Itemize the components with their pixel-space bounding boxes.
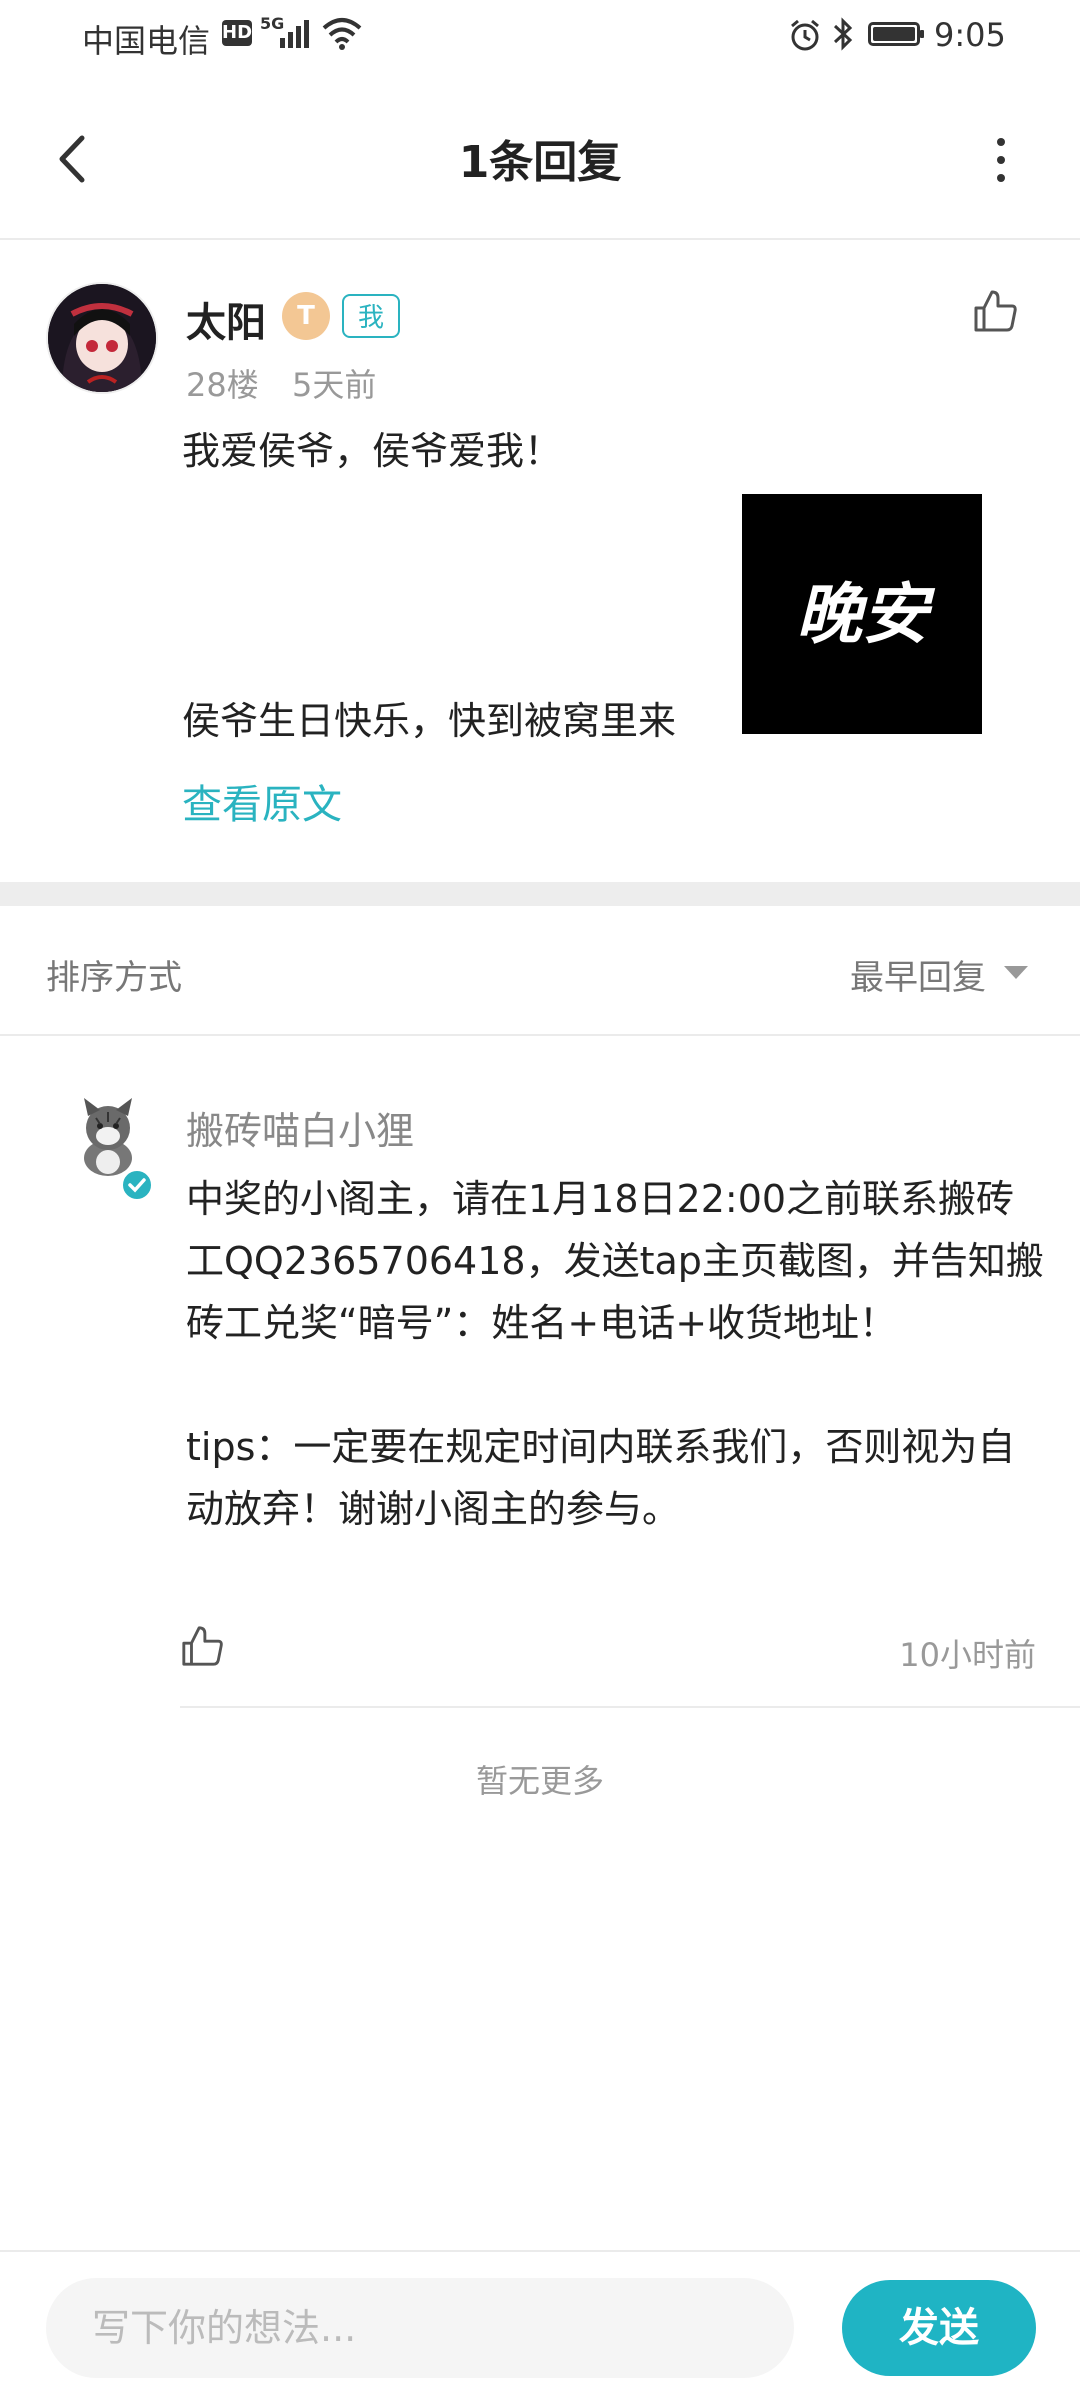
caret-down-icon[interactable] (1004, 966, 1028, 979)
hd-icon: HD (222, 20, 252, 46)
avatar-image (48, 284, 156, 392)
battery-icon (868, 22, 924, 46)
me-badge: 我 (342, 294, 400, 338)
post-text-secondary: 侯爷生日快乐，快到被窝里来 (182, 699, 677, 743)
sort-dropdown[interactable]: 最早回复 (850, 950, 986, 999)
thumbs-up-icon[interactable] (180, 1624, 224, 1668)
author-name[interactable]: 太阳 (186, 290, 266, 348)
sort-row: 排序方式 最早回复 (0, 906, 1080, 1036)
no-more-text: 暂无更多 (475, 1762, 604, 1800)
carrier-name: 中国电信 (82, 22, 211, 60)
view-original-link[interactable]: 查看原文 (182, 772, 342, 830)
comment-input[interactable] (46, 2278, 794, 2378)
wifi-icon (322, 18, 362, 50)
author-avatar[interactable] (46, 282, 158, 394)
alarm-icon (791, 19, 819, 51)
post-image[interactable]: 晚安 (742, 494, 982, 734)
bluetooth-icon (833, 17, 853, 51)
reply-author-name[interactable]: 搬砖喵白小狸 (186, 1100, 414, 1155)
post-text: 我爱侯爷，侯爷爱我！ (182, 429, 563, 473)
sort-label: 排序方式 (46, 958, 182, 998)
post-floor: 28楼 (186, 366, 259, 404)
top-app-bar: 1条回复 (0, 80, 1080, 240)
reply-avatar[interactable] (66, 1094, 150, 1178)
reply-time: 10小时前 (899, 1636, 1036, 1674)
section-divider (0, 882, 1080, 906)
page-title: 1条回复 (458, 137, 622, 188)
level-badge: T (282, 292, 330, 340)
status-bar: 中国电信 HD 5G 9:05 (0, 0, 1080, 72)
signal-icon (280, 20, 309, 48)
thumbs-up-icon[interactable] (972, 288, 1018, 334)
more-vertical-icon[interactable] (975, 128, 1025, 192)
clock: 9:05 (934, 16, 1006, 54)
reply-divider (180, 1706, 1080, 1708)
post-time: 5天前 (292, 366, 377, 404)
verified-icon (120, 1168, 154, 1202)
reply-text: 中奖的小阁主，请在1月18日22:00之前联系搬砖工QQ2365706418，发… (186, 1177, 1044, 1531)
send-button[interactable]: 发送 (842, 2280, 1036, 2376)
comment-bar: 发送 (0, 2250, 1080, 2402)
